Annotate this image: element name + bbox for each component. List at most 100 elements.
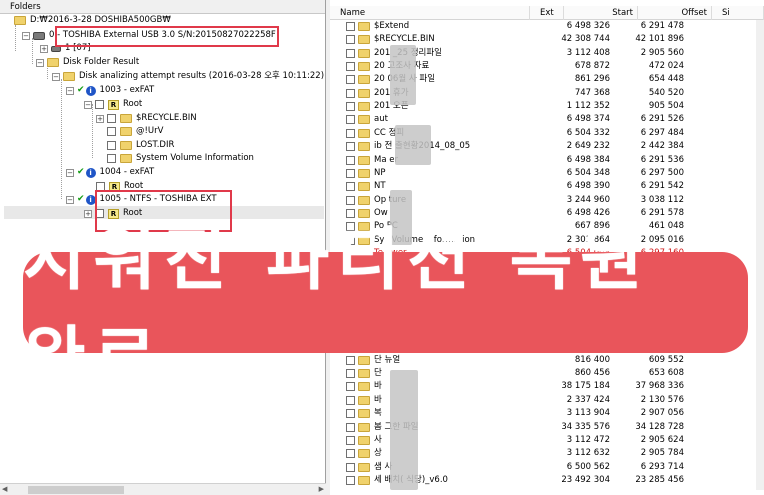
tree-item-lost-dir[interactable]: LOST.DIR [107,139,174,152]
row-checkbox[interactable] [346,142,355,152]
recovery-complete-banner: 지워진 파티션 복원 완료 [23,221,748,399]
row-checkbox[interactable] [346,409,355,419]
offset-value: 2 907 056 [640,408,684,419]
row-checkbox[interactable] [346,88,355,98]
checkbox[interactable] [107,127,116,136]
root-folder-icon: R [108,99,119,110]
tree-item-analysis-results[interactable]: − Disk analizing attempt results (2016-0… [52,70,324,83]
offset-value: 654 448 [648,74,684,85]
start-value: 1 112 352 [566,101,610,112]
file-name: 사 [374,434,382,445]
blur-mask [390,45,416,105]
row-checkbox[interactable] [346,182,355,192]
folder-icon [358,462,370,472]
row-checkbox[interactable] [346,75,355,85]
checkbox[interactable] [107,154,116,163]
highlight-box-disk [55,26,279,47]
tree-item-disk-folder-result[interactable]: − Disk Folder Result [36,56,139,69]
start-value: 6 498 390 [566,181,610,192]
row-checkbox[interactable] [346,422,355,432]
folder-icon [120,127,132,136]
folder-icon [358,102,370,112]
offset-value: 2 442 384 [640,141,684,152]
column-header-offset[interactable]: Offset [638,6,712,20]
tree-item-system-volume-information[interactable]: System Volume Information [107,152,254,165]
row-checkbox[interactable] [346,115,355,125]
row-checkbox[interactable] [346,128,355,138]
checkmark-icon: ✔ [77,85,85,95]
column-header-size[interactable]: Si [712,6,764,20]
row-checkbox[interactable] [346,22,355,31]
file-name: NT [374,181,386,192]
column-header-ext[interactable]: Ext [530,6,564,20]
folder-icon [358,422,370,432]
folders-panel-title: Folders [0,0,325,14]
collapse-icon[interactable]: − [66,195,74,204]
file-list-header: Name Ext Start Offset Si [330,6,764,20]
collapse-icon[interactable]: − [66,86,74,95]
collapse-icon[interactable]: − [52,72,60,81]
offset-value: 2 905 784 [640,448,684,459]
collapse-icon[interactable]: − [36,58,44,67]
folder-icon [63,72,75,81]
start-value: 678 872 [574,61,610,72]
start-value: 2 649 232 [566,141,610,152]
tree-item-1004-exfat[interactable]: − ✔ i 1004 - exFAT [66,166,154,179]
folder-icon [358,35,370,45]
start-value: 6 500 562 [566,461,610,472]
folder-icon [358,435,370,445]
collapse-icon[interactable]: − [84,100,92,109]
info-icon: i [85,167,96,178]
tree-item-root-1003[interactable]: − R Root [84,98,142,111]
row-checkbox[interactable] [346,168,355,178]
start-value: 6 498 374 [566,114,610,125]
column-header-name[interactable]: Name [330,6,530,20]
collapse-icon[interactable]: − [22,31,30,40]
row-checkbox[interactable] [346,475,355,485]
offset-value: 6 291 542 [640,181,684,192]
scroll-left-icon[interactable]: ◀ [2,485,7,493]
right-vertical-scrollbar[interactable] [756,20,764,490]
row-checkbox[interactable] [346,35,355,45]
start-value: 34 335 576 [561,421,610,432]
row-checkbox[interactable] [346,449,355,459]
blur-mask [395,125,431,165]
table-row[interactable]: $Extend 6 498 326 6 291 478 [330,20,764,33]
start-value: 747 368 [574,87,610,98]
checkbox[interactable] [107,141,116,150]
start-value: 6 498 384 [566,154,610,165]
tree-item-urv[interactable]: @!UrV [107,125,163,138]
file-name: 상 [374,448,382,459]
row-checkbox[interactable] [346,435,355,445]
tree-item-1003-exfat[interactable]: − ✔ i 1003 - exFAT [66,84,154,97]
file-name: $Extend [374,21,410,31]
start-value: 23 492 304 [561,474,610,485]
offset-value: 6 297 500 [640,167,684,178]
start-value: 42 308 744 [561,34,610,45]
hard-disk-icon [33,31,45,40]
tree-item-recycle-bin[interactable]: + $RECYCLE.BIN [96,112,197,125]
row-checkbox[interactable] [346,462,355,472]
checkbox[interactable] [107,114,116,123]
row-checkbox[interactable] [346,48,355,58]
banner-text: 지워진 파티션 복원 완료 [23,220,651,399]
start-value: 3 113 904 [566,408,610,419]
folder-icon [120,154,132,163]
row-checkbox[interactable] [346,102,355,112]
scrollbar-thumb[interactable] [28,486,124,494]
expand-icon[interactable]: + [96,114,104,123]
folder-icon [358,62,370,72]
row-checkbox[interactable] [346,62,355,72]
table-row[interactable]: NP 6 504 348 6 297 500 [330,167,764,180]
expand-icon[interactable]: + [40,44,48,53]
scroll-right-icon[interactable]: ▶ [319,485,324,493]
checkbox[interactable] [95,100,104,109]
offset-value: 6 291 478 [640,21,684,31]
left-horizontal-scrollbar[interactable]: ◀ ▶ [0,483,326,495]
start-value: 3 112 632 [566,448,610,459]
folder-icon [358,115,370,125]
row-checkbox[interactable] [346,155,355,165]
start-value: 3 112 408 [566,47,610,58]
collapse-icon[interactable]: − [66,168,74,177]
column-header-start[interactable]: Start [564,6,638,20]
